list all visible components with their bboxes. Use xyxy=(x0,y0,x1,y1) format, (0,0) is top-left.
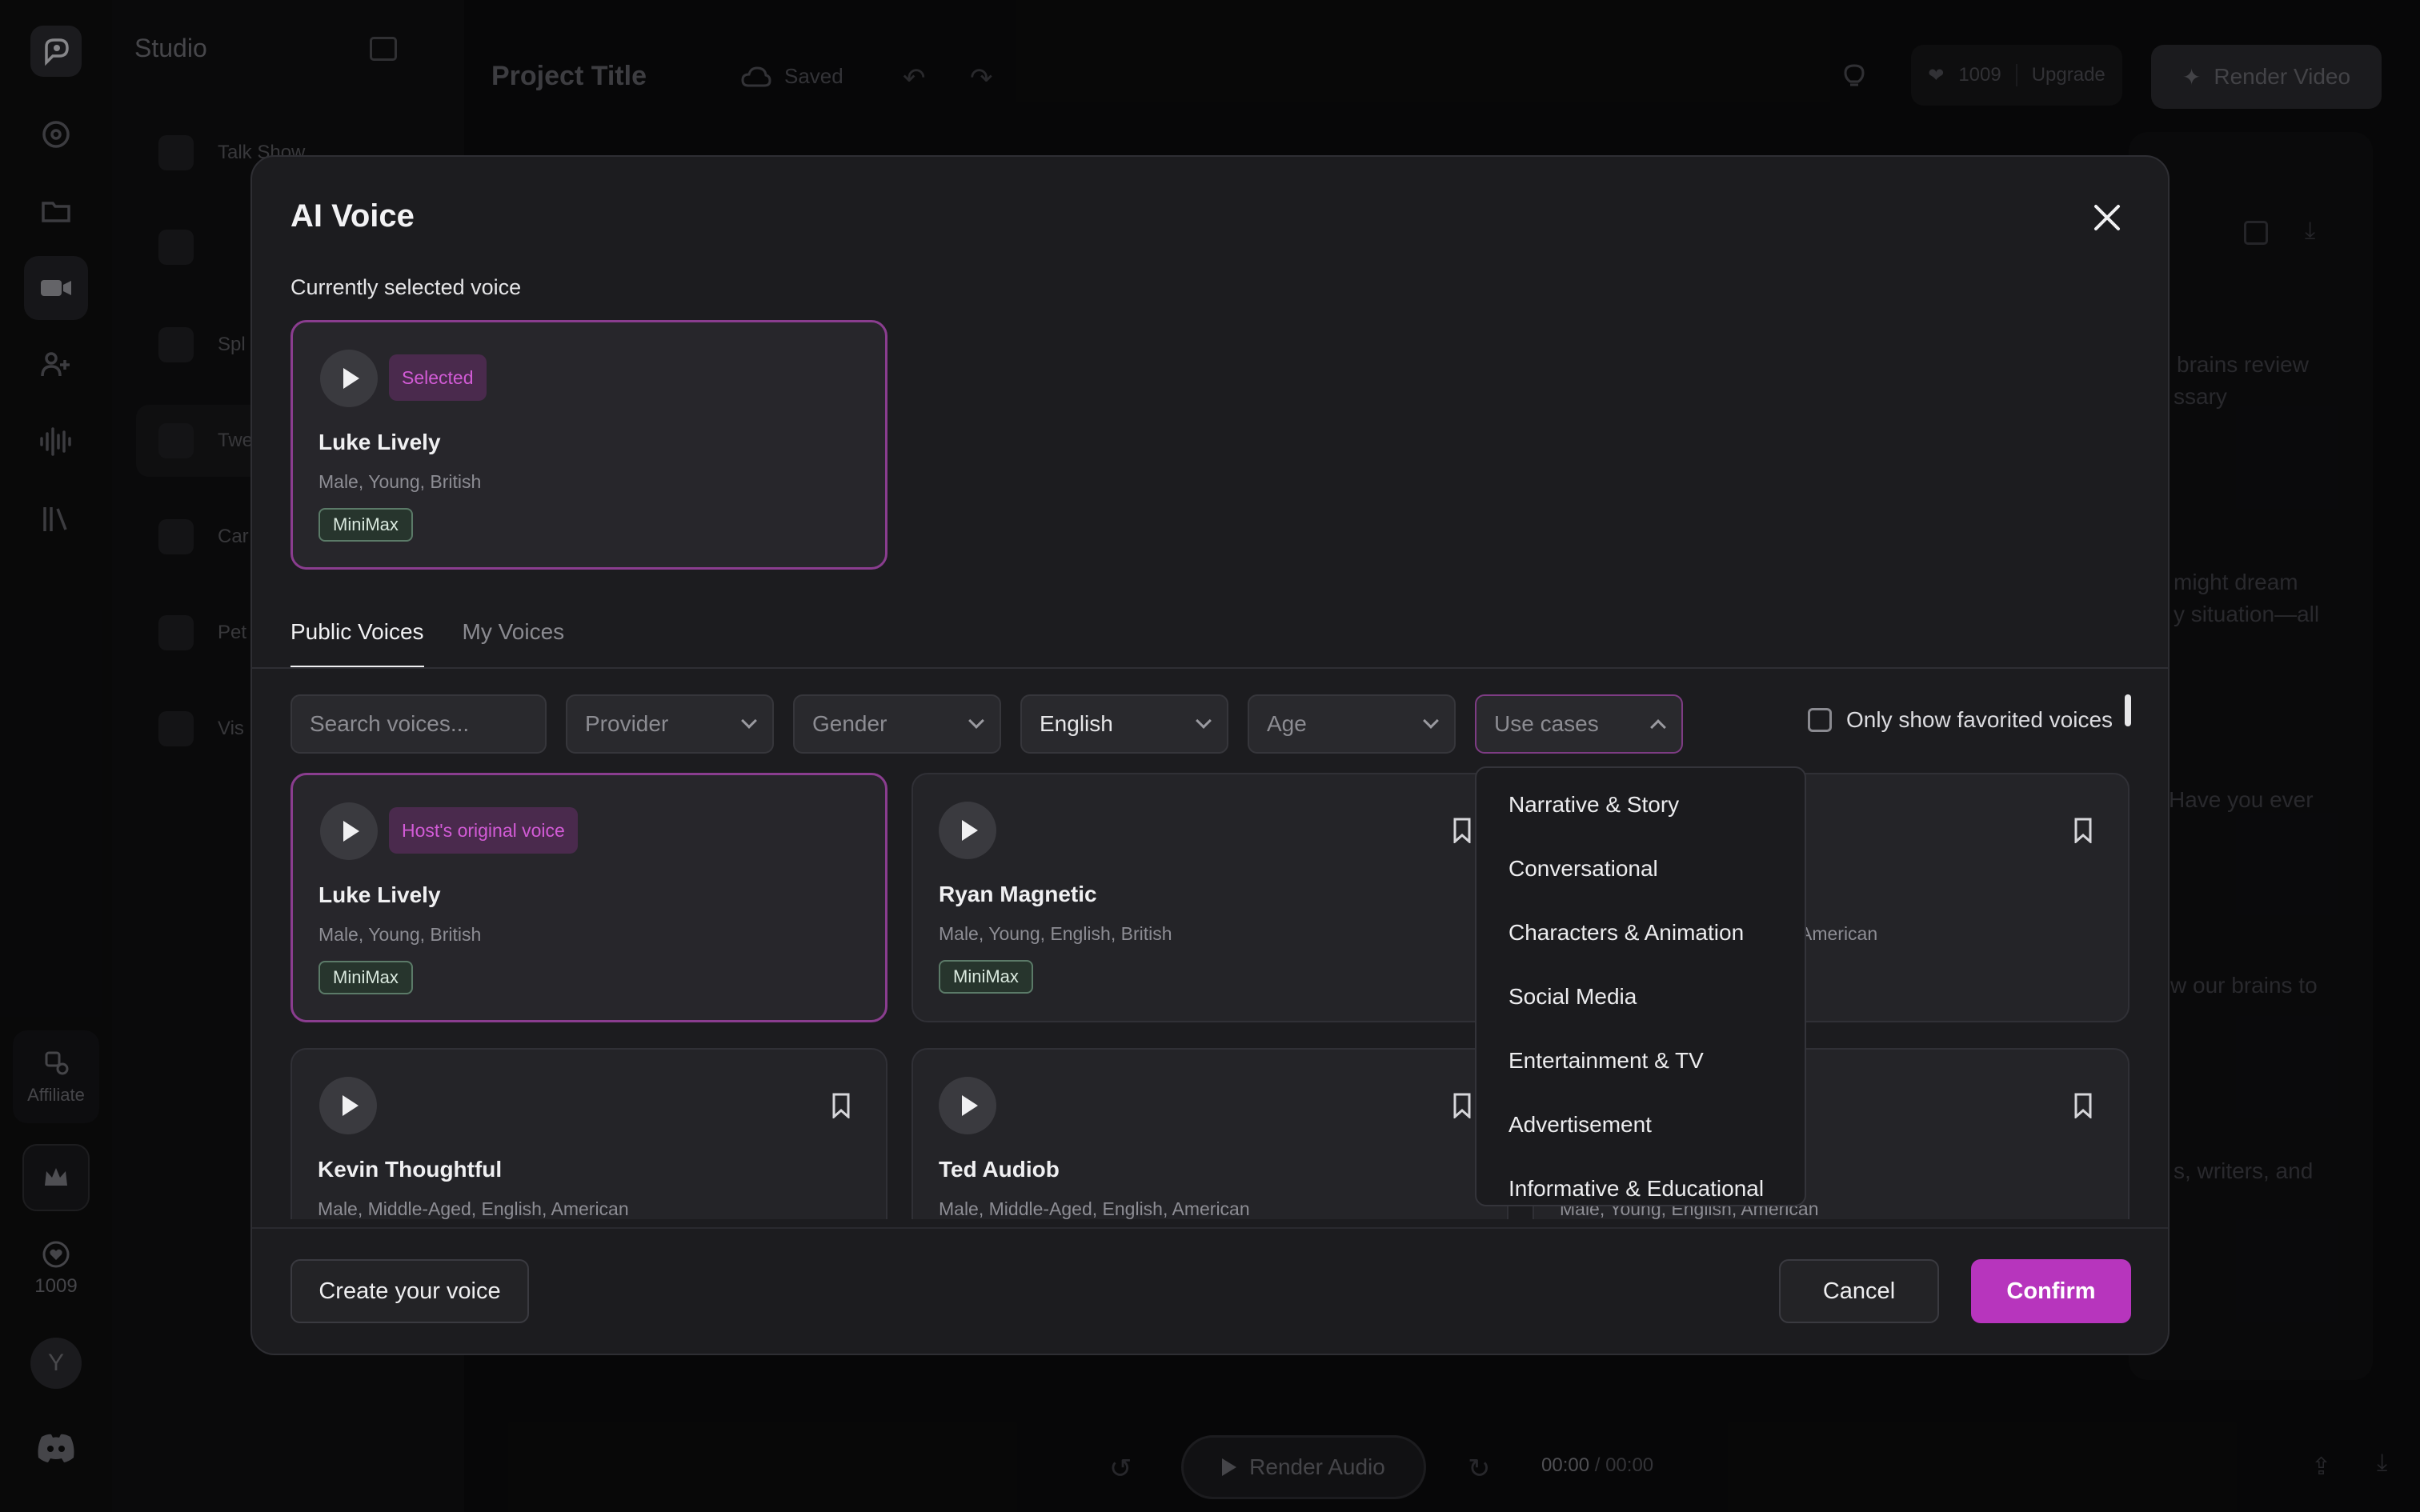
close-icon[interactable] xyxy=(2089,200,2125,235)
voice-description: Male, Young, British xyxy=(319,471,482,492)
age-select[interactable]: Age xyxy=(1248,694,1456,754)
gender-select-label: Gender xyxy=(812,711,887,736)
voice-name: Kevin Thoughtful xyxy=(318,1157,503,1182)
use-case-option[interactable]: Social Media xyxy=(1476,965,1805,1029)
tab-public-voices[interactable]: Public Voices xyxy=(290,619,424,669)
play-icon[interactable] xyxy=(939,802,996,859)
use-case-option[interactable]: Informative & Educational xyxy=(1476,1157,1805,1205)
use-case-option[interactable]: Characters & Animation xyxy=(1476,901,1805,965)
language-select[interactable]: English xyxy=(1020,694,1228,754)
modal-title: AI Voice xyxy=(290,198,415,234)
use-cases-select-label: Use cases xyxy=(1494,711,1599,736)
gender-select[interactable]: Gender xyxy=(793,694,1001,754)
voice-card[interactable]: Ryan Magnetic Male, Young, English, Brit… xyxy=(912,773,1508,1022)
bookmark-icon[interactable] xyxy=(831,1093,851,1118)
voice-description: Male, Middle-Aged, English, American xyxy=(939,1198,1250,1219)
selected-badge: Selected xyxy=(389,354,487,401)
favorites-filter[interactable]: Only show favorited voices xyxy=(1808,707,2113,733)
use-cases-dropdown: Narrative & Story Conversational Charact… xyxy=(1475,766,1806,1206)
provider-select[interactable]: Provider xyxy=(566,694,774,754)
original-voice-badge: Host's original voice xyxy=(389,807,578,854)
voice-card[interactable]: Ted Audiob Male, Middle-Aged, English, A… xyxy=(912,1048,1508,1219)
voice-name: Luke Lively xyxy=(319,430,441,454)
confirm-button[interactable]: Confirm xyxy=(1971,1259,2131,1323)
current-voice-card[interactable]: Selected Luke Lively Male, Young, Britis… xyxy=(290,320,887,570)
provider-tag: MiniMax xyxy=(319,508,413,542)
bookmark-icon[interactable] xyxy=(1452,818,1472,843)
favorites-label: Only show favorited voices xyxy=(1846,707,2113,732)
voice-card[interactable]: Kevin Thoughtful Male, Middle-Aged, Engl… xyxy=(290,1048,887,1219)
cancel-button[interactable]: Cancel xyxy=(1779,1259,1939,1323)
chevron-up-icon xyxy=(1650,719,1666,735)
provider-tag: MiniMax xyxy=(319,961,413,994)
use-case-option[interactable]: Entertainment & TV xyxy=(1476,1029,1805,1093)
voice-name: Luke Lively xyxy=(319,882,441,907)
provider-select-label: Provider xyxy=(585,711,669,736)
play-icon[interactable] xyxy=(319,1077,377,1134)
create-voice-button[interactable]: Create your voice xyxy=(290,1259,529,1323)
language-select-label: English xyxy=(1040,711,1113,736)
provider-tag: MiniMax xyxy=(939,960,1033,994)
play-icon[interactable] xyxy=(939,1077,996,1134)
play-icon[interactable] xyxy=(320,350,378,407)
chevron-down-icon xyxy=(1196,713,1212,729)
voice-grid: Host's original voice Luke Lively Male, … xyxy=(252,765,2168,1219)
bookmark-icon[interactable] xyxy=(2073,818,2093,843)
current-voice-label: Currently selected voice xyxy=(290,275,522,299)
use-case-option[interactable]: Advertisement xyxy=(1476,1093,1805,1157)
voice-description: Male, Middle-Aged, English, American xyxy=(318,1198,629,1219)
bookmark-icon[interactable] xyxy=(1452,1093,1472,1118)
chevron-down-icon xyxy=(741,713,757,729)
voice-description: American xyxy=(1800,923,1878,944)
voice-name: Ted Audiob xyxy=(939,1157,1060,1182)
voice-description: Male, Young, English, British xyxy=(939,923,1172,944)
scrollbar-thumb[interactable] xyxy=(2125,694,2131,726)
favorites-checkbox[interactable] xyxy=(1808,708,1832,732)
chevron-down-icon xyxy=(968,713,984,729)
use-case-option[interactable]: Conversational xyxy=(1476,837,1805,901)
bookmark-icon[interactable] xyxy=(2073,1093,2093,1118)
footer-divider xyxy=(252,1227,2168,1229)
voice-card[interactable]: Host's original voice Luke Lively Male, … xyxy=(290,773,887,1022)
age-select-label: Age xyxy=(1267,711,1307,736)
voice-description: Male, Young, British xyxy=(319,924,482,945)
tab-my-voices[interactable]: My Voices xyxy=(463,619,565,669)
play-icon[interactable] xyxy=(320,802,378,860)
ai-voice-modal: AI Voice Currently selected voice Select… xyxy=(250,155,2170,1355)
use-cases-select[interactable]: Use cases xyxy=(1475,694,1683,754)
voice-tabs: Public Voices My Voices xyxy=(290,619,564,669)
tabs-divider xyxy=(252,667,2168,669)
use-case-option[interactable]: Narrative & Story xyxy=(1476,773,1805,837)
voice-name: Ryan Magnetic xyxy=(939,882,1097,906)
chevron-down-icon xyxy=(1423,713,1439,729)
search-placeholder: Search voices... xyxy=(310,711,470,736)
search-input[interactable]: Search voices... xyxy=(290,694,547,754)
